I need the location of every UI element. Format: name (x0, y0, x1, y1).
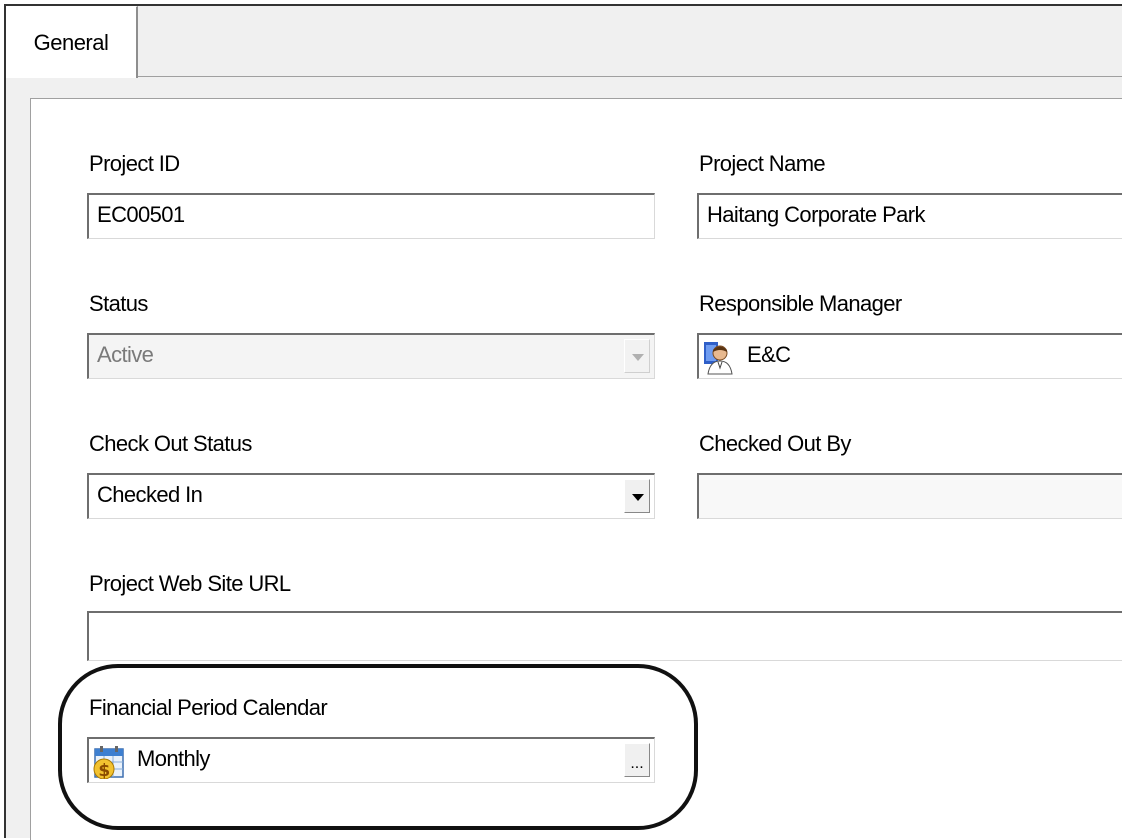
status-value: Active (97, 342, 154, 367)
responsible-manager-value: E&C (747, 342, 791, 367)
project-id-input[interactable]: EC00501 (87, 193, 655, 239)
checked-out-by-label: Checked Out By (699, 431, 851, 456)
responsible-manager-input[interactable]: E&C (697, 333, 1122, 379)
tab-strip: General (6, 6, 1122, 78)
check-out-status-value: Checked In (97, 482, 203, 507)
chevron-down-icon (632, 494, 644, 501)
project-web-site-url-input[interactable] (87, 611, 1122, 661)
checked-out-by-input[interactable] (697, 473, 1122, 519)
svg-text:$: $ (98, 761, 109, 779)
status-dropdown[interactable]: Active (87, 333, 655, 379)
tab-general[interactable]: General (6, 6, 138, 78)
financial-period-calendar-value: Monthly (137, 746, 210, 771)
general-tab-panel: Project ID EC00501 Project Name Haitang … (30, 98, 1122, 840)
project-name-label: Project Name (699, 151, 826, 176)
check-out-status-label: Check Out Status (89, 431, 252, 456)
project-name-input[interactable]: Haitang Corporate Park (697, 193, 1122, 239)
financial-period-calendar-label: Financial Period Calendar (89, 695, 328, 720)
check-out-status-dropdown[interactable]: Checked In (87, 473, 655, 519)
status-label: Status (89, 291, 148, 316)
browse-button[interactable]: ... (624, 743, 650, 777)
project-id-label: Project ID (89, 151, 180, 176)
project-details-window: General Project ID EC00501 Project Name … (4, 4, 1122, 840)
status-dropdown-button[interactable] (624, 339, 650, 373)
person-icon (704, 342, 733, 375)
chevron-down-icon (632, 354, 644, 361)
project-web-site-url-label: Project Web Site URL (89, 571, 291, 596)
check-out-status-dropdown-button[interactable] (624, 479, 650, 513)
calendar-dollar-icon: $ (93, 746, 124, 779)
responsible-manager-label: Responsible Manager (699, 291, 902, 316)
financial-period-calendar-input[interactable]: $ Monthly ... (87, 737, 655, 783)
